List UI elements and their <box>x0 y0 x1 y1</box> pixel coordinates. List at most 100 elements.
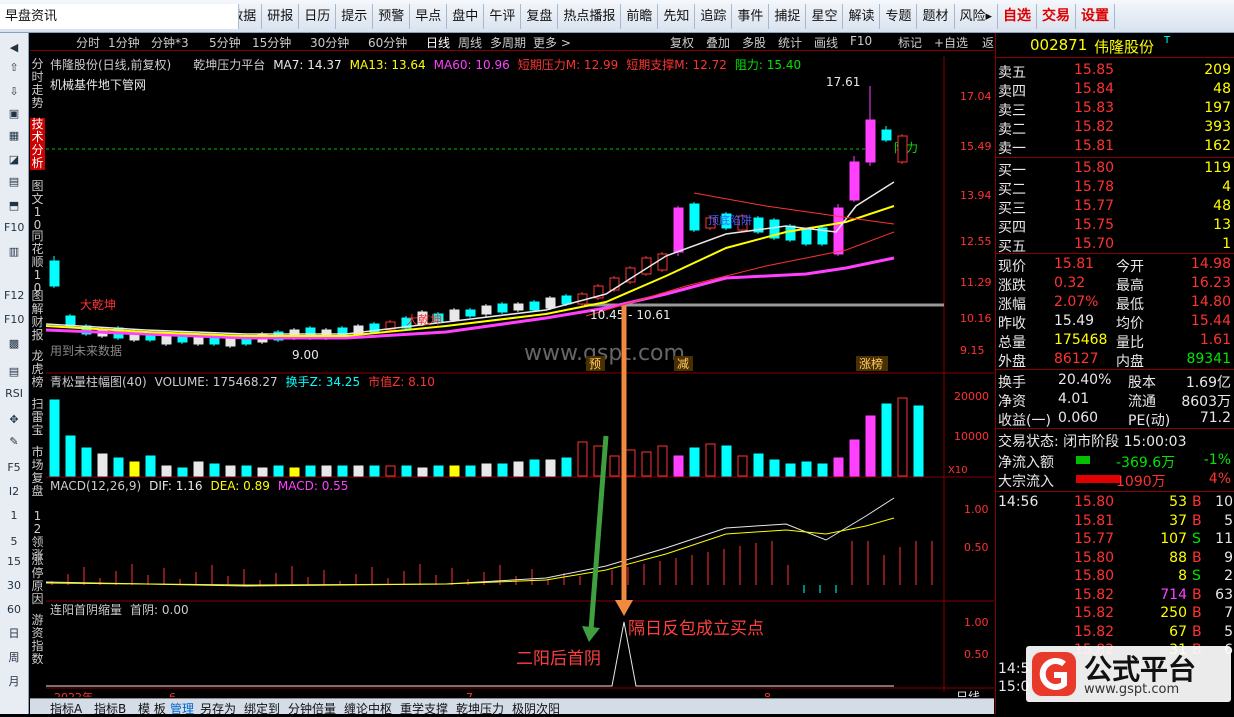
left-icon-11[interactable]: F10 <box>4 311 24 329</box>
left-icon-24[interactable]: 日 <box>4 625 24 643</box>
menu-item-9[interactable]: 早盘资讯 <box>0 3 239 29</box>
bottom-tab-1[interactable]: 指标B <box>94 700 126 717</box>
menu-item-10[interactable]: 提示 <box>336 3 374 29</box>
volume-bar <box>129 461 140 477</box>
left-icon-13[interactable]: ▤ <box>4 363 24 381</box>
menu-item-14[interactable]: 午评 <box>484 3 522 29</box>
toolbar-action-6[interactable]: 标记 <box>898 34 922 51</box>
menu-item-29[interactable]: 设置 <box>1076 3 1116 29</box>
period-5[interactable]: 30分钟 <box>310 34 349 51</box>
tick-vol: 37 <box>1169 512 1187 529</box>
left-icon-5[interactable]: ◪ <box>4 151 24 169</box>
left-icon-7[interactable]: ⬒ <box>4 197 24 215</box>
bottom-tab-3[interactable]: 管理 <box>170 700 194 717</box>
left-icon-25[interactable]: 周 <box>4 649 24 667</box>
menu-item-15[interactable]: 复盘 <box>521 3 559 29</box>
left-tab-3[interactable]: 同花顺10 <box>30 230 45 295</box>
left-icon-8[interactable]: F10 <box>4 219 24 237</box>
bottom-tab-8[interactable]: 重学支撑 <box>400 700 448 717</box>
stat-label: 最低 <box>1116 297 1144 313</box>
menu-item-24[interactable]: 专题 <box>880 3 918 29</box>
period-10[interactable]: 更多 > <box>533 34 571 51</box>
left-icon-23[interactable]: 60 <box>4 601 24 619</box>
menu-item-17[interactable]: 前瞻 <box>621 3 659 29</box>
kline-chart[interactable]: 伟隆股份(日线,前复权) 乾坤压力平台 MA7: 14.37 MA13: 13.64 M… <box>46 51 994 697</box>
left-tab-2[interactable]: 图文10 <box>30 180 45 232</box>
left-icon-17[interactable]: F5 <box>4 459 24 477</box>
left-icon-16[interactable]: ✎ <box>4 433 24 451</box>
period-1[interactable]: 1分钟 <box>108 34 140 51</box>
left-icon-20[interactable]: 5 <box>4 533 24 551</box>
bottom-tab-5[interactable]: 绑定到 <box>244 700 280 717</box>
left-icon-9[interactable]: ▥ <box>4 243 24 261</box>
left-icon-1[interactable]: ⇧ <box>4 59 24 77</box>
volume-bar <box>513 461 524 477</box>
toolbar-action-2[interactable]: 多股 <box>742 34 766 51</box>
bottom-tab-2[interactable]: 模 板 <box>138 700 166 717</box>
period-9[interactable]: 多周期 <box>490 34 526 51</box>
left-tab-5[interactable]: 龙虎榜 <box>30 350 45 389</box>
toolbar-action-0[interactable]: 复权 <box>670 34 694 51</box>
period-6[interactable]: 60分钟 <box>368 34 407 51</box>
menu-item-13[interactable]: 盘中 <box>447 3 485 29</box>
volume-bar <box>817 463 828 477</box>
bottom-tab-10[interactable]: 极阴次阳 <box>512 700 560 717</box>
ask-label: 卖三 <box>998 103 1026 119</box>
bid-vol: 4 <box>1222 179 1231 195</box>
menu-item-19[interactable]: 追踪 <box>695 3 733 29</box>
candle <box>689 203 700 231</box>
left-icon-3[interactable]: ▣ <box>4 105 24 123</box>
bottom-tab-9[interactable]: 乾坤压力 <box>456 700 504 717</box>
bottom-tab-0[interactable]: 指标A <box>50 700 82 717</box>
menu-item-22[interactable]: 星空 <box>806 3 844 29</box>
period-3[interactable]: 5分钟 <box>209 34 241 51</box>
toolbar-action-5[interactable]: F10 <box>850 34 872 48</box>
menu-item-8[interactable]: 日历 <box>299 3 337 29</box>
left-icon-10[interactable]: F12 <box>4 287 24 305</box>
menu-item-21[interactable]: 捕捉 <box>769 3 807 29</box>
period-8[interactable]: 周线 <box>458 34 482 51</box>
left-tab-1[interactable]: 技术分析 <box>30 118 45 170</box>
toolbar-action-4[interactable]: 画线 <box>814 34 838 51</box>
menu-item-23[interactable]: 解读 <box>843 3 881 29</box>
menu-item-20[interactable]: 事件 <box>732 3 770 29</box>
bottom-tab-6[interactable]: 分钟倍量 <box>288 700 336 717</box>
toolbar-action-3[interactable]: 统计 <box>778 34 802 51</box>
left-icon-0[interactable]: ◀ <box>4 39 24 57</box>
menu-item-28[interactable]: 交易 <box>1037 3 1077 29</box>
left-tab-0[interactable]: 分时走势 <box>30 58 45 110</box>
menu-item-16[interactable]: 热点播报 <box>558 3 622 29</box>
left-icon-18[interactable]: I2 <box>4 483 24 501</box>
bottom-tab-4[interactable]: 另存为 <box>200 700 236 717</box>
period-0[interactable]: 分时 <box>76 34 100 51</box>
period-2[interactable]: 分钟*3 <box>151 34 189 51</box>
toolbar-action-7[interactable]: +自选 <box>934 34 968 51</box>
menu-item-18[interactable]: 先知 <box>658 3 696 29</box>
bid-row: 买三 15.77 48 <box>996 197 1234 217</box>
left-icon-2[interactable]: ⇩ <box>4 83 24 101</box>
left-tab-7[interactable]: 市场复盘 <box>30 446 45 498</box>
left-tab-10[interactable]: 游资指数 <box>30 614 45 666</box>
menu-item-7[interactable]: 研报 <box>262 3 300 29</box>
left-tab-9[interactable]: 涨停原因 <box>30 554 45 606</box>
left-tab-4[interactable]: 图解财报 <box>30 290 45 342</box>
left-icon-21[interactable]: 15 <box>4 553 24 571</box>
left-icon-12[interactable]: ▩ <box>4 335 24 353</box>
left-icon-4[interactable]: ▦ <box>4 127 24 145</box>
period-7[interactable]: 日线 <box>426 34 450 51</box>
menu-item-12[interactable]: 早点 <box>410 3 448 29</box>
menu-item-11[interactable]: 预警 <box>373 3 411 29</box>
left-icon-26[interactable]: 月 <box>4 673 24 691</box>
toolbar-action-1[interactable]: 叠加 <box>706 34 730 51</box>
period-4[interactable]: 15分钟 <box>252 34 291 51</box>
left-icon-19[interactable]: 1 <box>4 507 24 525</box>
left-icon-22[interactable]: 30 <box>4 577 24 595</box>
left-icon-6[interactable]: ▤ <box>4 173 24 191</box>
menu-item-27[interactable]: 自选 <box>998 3 1038 29</box>
left-icon-15[interactable]: ✥ <box>4 411 24 429</box>
left-tab-6[interactable]: 扫雷宝 <box>30 398 45 437</box>
bottom-tab-7[interactable]: 缠论中枢 <box>344 700 392 717</box>
menu-item-25[interactable]: 题材 <box>917 3 955 29</box>
menu-item-26[interactable]: 风险▸ <box>955 3 999 29</box>
left-icon-14[interactable]: RSI <box>4 385 24 403</box>
